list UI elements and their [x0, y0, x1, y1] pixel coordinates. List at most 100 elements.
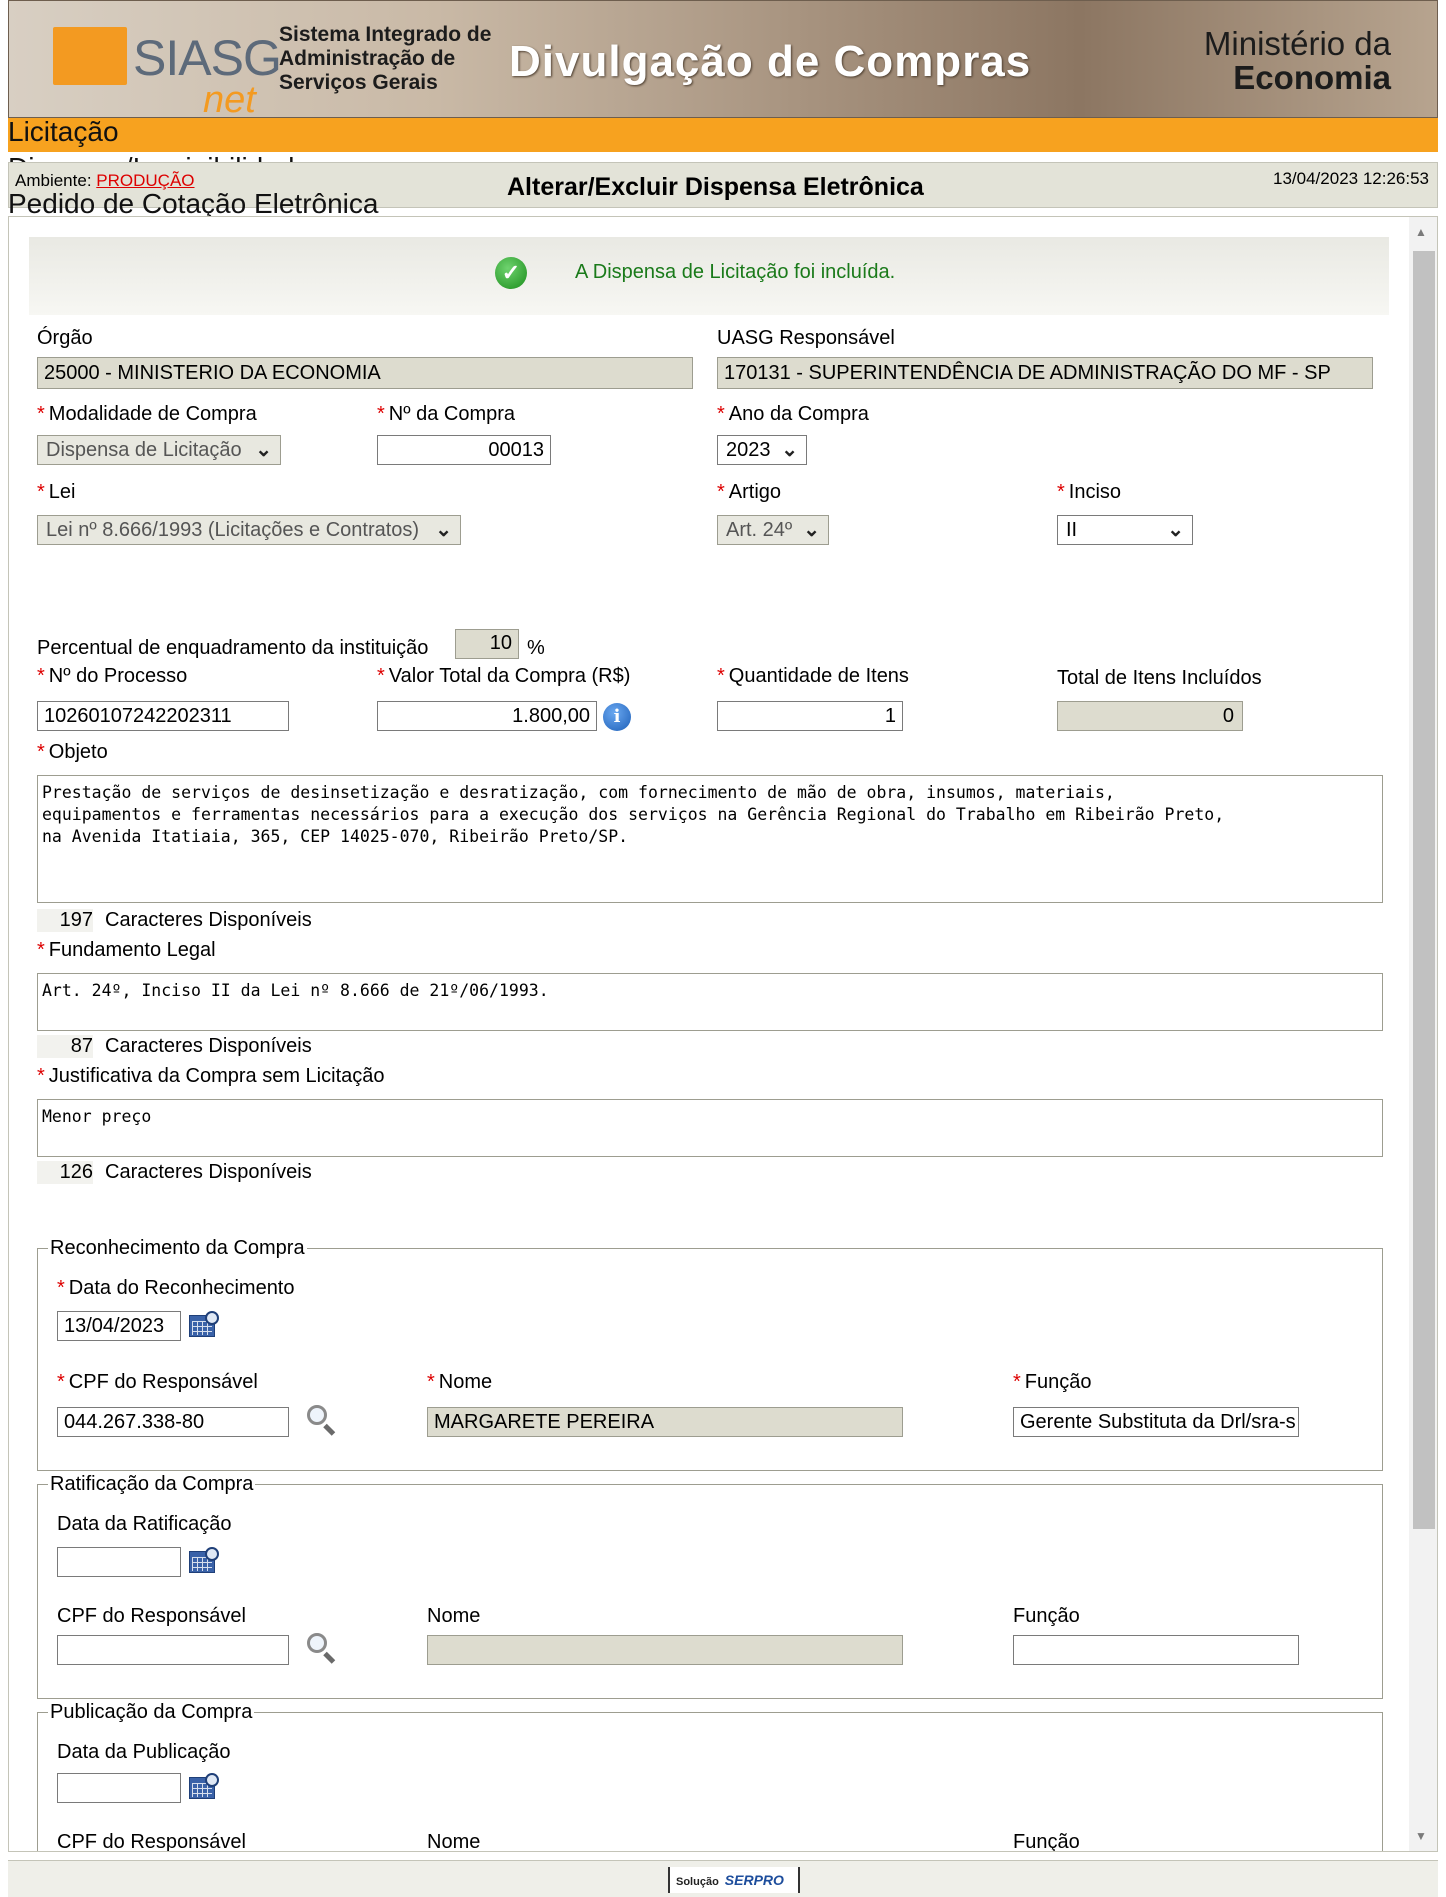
cpf-ratificacao-label: CPF do Responsável [57, 1605, 246, 1627]
siasg-logo-mark [53, 27, 127, 85]
calendar-icon[interactable] [189, 1547, 219, 1575]
processo-label-text: Nº do Processo [48, 665, 188, 687]
fundamento-textarea[interactable]: Art. 24º, Inciso II da Lei nº 8.666 de 2… [37, 973, 1383, 1031]
logo-sub: net [203, 79, 256, 118]
lei-select[interactable]: Lei nº 8.666/1993 (Licitações e Contrato… [37, 515, 461, 545]
cpf-reconhecimento-input[interactable]: 044.267.338-80 [57, 1407, 289, 1437]
objeto-textarea[interactable]: Prestação de serviços de desinsetização … [37, 775, 1383, 903]
chevron-down-icon: ⌄ [255, 439, 272, 461]
scroll-down-arrow-icon[interactable]: ▼ [1415, 1829, 1427, 1843]
char-counter-label: Caracteres Disponíveis [105, 909, 312, 931]
valor-input[interactable]: 1.800,00 [377, 701, 597, 731]
nome-reconhecimento-field: MARGARETE PEREIRA [427, 1407, 903, 1437]
inciso-label: * Inciso [1057, 481, 1121, 504]
orgao-field: 25000 - MINISTERIO DA ECONOMIA [37, 357, 693, 389]
required-marker: * [57, 1371, 65, 1393]
data-ratificacao-input[interactable] [57, 1547, 181, 1577]
num-compra-label: * Nº da Compra [377, 403, 515, 426]
data-ratificacao-label: Data da Ratificação [57, 1513, 232, 1535]
funcao-reconhecimento-label-text: Função [1024, 1371, 1092, 1393]
system-name-line: Serviços Gerais [279, 71, 438, 94]
ratificacao-legend: Ratificação da Compra [50, 1473, 254, 1495]
modalidade-select[interactable]: Dispensa de Licitação ⌄ [37, 435, 281, 465]
ano-select[interactable]: 2023 ⌄ [717, 435, 807, 465]
quantidade-input[interactable]: 1 [717, 701, 903, 731]
chevron-down-icon: ⌄ [435, 519, 452, 541]
required-marker: * [37, 741, 45, 763]
required-marker: * [377, 665, 385, 687]
total-itens-field: 0 [1057, 701, 1243, 731]
uasg-label: UASG Responsável [717, 327, 895, 349]
menu-bar [8, 118, 1438, 152]
funcao-publicacao-label: Função [1013, 1831, 1080, 1852]
siasg-logo: SIASG net [53, 21, 282, 117]
nome-publicacao-label: Nome [427, 1831, 481, 1852]
fundamento-char-count: 87 [37, 1035, 93, 1058]
fundamento-char-counter: 87 Caracteres Disponíveis [37, 1035, 312, 1058]
reconhecimento-legend: Reconhecimento da Compra [50, 1237, 305, 1259]
chevron-down-icon: ⌄ [803, 519, 820, 541]
inciso-select[interactable]: II ⌄ [1057, 515, 1193, 545]
processo-input[interactable]: 10260107242202311 [37, 701, 289, 731]
nome-ratificacao-field [427, 1635, 903, 1665]
page-title: Alterar/Excluir Dispensa Eletrônica [507, 173, 924, 201]
data-reconhecimento-input[interactable]: 13/04/2023 [57, 1311, 181, 1341]
fundamento-label: * Fundamento Legal [37, 939, 216, 962]
scrollbar-thumb[interactable] [1413, 251, 1435, 1529]
publicacao-fieldset: Publicação da Compra [37, 1701, 1383, 1851]
funcao-ratificacao-input[interactable] [1013, 1635, 1299, 1665]
data-reconhecimento-label: * Data do Reconhecimento [57, 1277, 295, 1300]
inciso-label-text: Inciso [1068, 481, 1122, 503]
chevron-down-icon: ⌄ [781, 439, 798, 461]
orgao-label: Órgão [37, 327, 93, 349]
ano-label: * Ano da Compra [717, 403, 869, 426]
ano-label-text: Ano da Compra [728, 403, 869, 425]
num-compra-label-text: Nº da Compra [388, 403, 516, 425]
form-panel: ▲ ▼ ✓ A Dispensa de Licitação foi incluí… [8, 216, 1438, 1852]
inciso-select-value: II [1066, 519, 1078, 541]
fundamento-label-text: Fundamento Legal [48, 939, 216, 961]
required-marker: * [37, 403, 45, 425]
success-message-text: A Dispensa de Licitação foi incluída. [575, 261, 896, 283]
nome-reconhecimento-label: * Nome [427, 1371, 492, 1394]
required-marker: * [1013, 1371, 1021, 1393]
system-name: Sistema Integrado de Administração de Se… [279, 23, 491, 95]
valor-label-text: Valor Total da Compra (R$) [388, 665, 631, 687]
calendar-icon[interactable] [189, 1311, 219, 1339]
objeto-char-count: 197 [37, 909, 93, 932]
success-message: ✓ A Dispensa de Licitação foi incluída. [29, 237, 1389, 315]
serpro-logo: Solução SERPRO [668, 1867, 800, 1893]
cpf-reconhecimento-label-text: CPF do Responsável [68, 1371, 258, 1393]
num-compra-input[interactable]: 00013 [377, 435, 551, 465]
ratificacao-fieldset: Ratificação da Compra [37, 1473, 1383, 1699]
objeto-char-counter: 197 Caracteres Disponíveis [37, 909, 312, 932]
required-marker: * [717, 481, 725, 503]
quantidade-label-text: Quantidade de Itens [728, 665, 909, 687]
info-icon[interactable]: i [603, 703, 631, 731]
artigo-select[interactable]: Art. 24º ⌄ [717, 515, 829, 545]
total-itens-label: Total de Itens Incluídos [1057, 667, 1262, 689]
vertical-scrollbar[interactable]: ▲ ▼ [1409, 217, 1437, 1851]
valor-label: * Valor Total da Compra (R$) [377, 665, 630, 688]
quantidade-label: * Quantidade de Itens [717, 665, 909, 688]
publicacao-legend: Publicação da Compra [50, 1701, 253, 1723]
cpf-ratificacao-input[interactable] [57, 1635, 289, 1665]
percentual-label: Percentual de enquadramento da instituiç… [37, 637, 429, 659]
calendar-icon[interactable] [189, 1773, 219, 1801]
objeto-label: * Objeto [37, 741, 108, 764]
justificativa-textarea[interactable]: Menor preço [37, 1099, 1383, 1157]
char-counter-label: Caracteres Disponíveis [105, 1161, 312, 1183]
scroll-up-arrow-icon[interactable]: ▲ [1415, 225, 1427, 239]
required-marker: * [37, 939, 45, 961]
artigo-label-text: Artigo [728, 481, 782, 503]
data-publicacao-input[interactable] [57, 1773, 181, 1803]
menu-item-licitacao[interactable]: Licitação [8, 116, 119, 148]
justificativa-label-text: Justificativa da Compra sem Licitação [48, 1065, 385, 1087]
search-icon[interactable] [305, 1403, 339, 1437]
required-marker: * [37, 665, 45, 687]
funcao-reconhecimento-input[interactable]: Gerente Substituta da Drl/sra-s [1013, 1407, 1299, 1437]
search-icon[interactable] [305, 1631, 339, 1665]
lei-label: * Lei [37, 481, 76, 504]
system-name-line: Administração de [279, 47, 456, 70]
char-counter-label: Caracteres Disponíveis [105, 1035, 312, 1057]
